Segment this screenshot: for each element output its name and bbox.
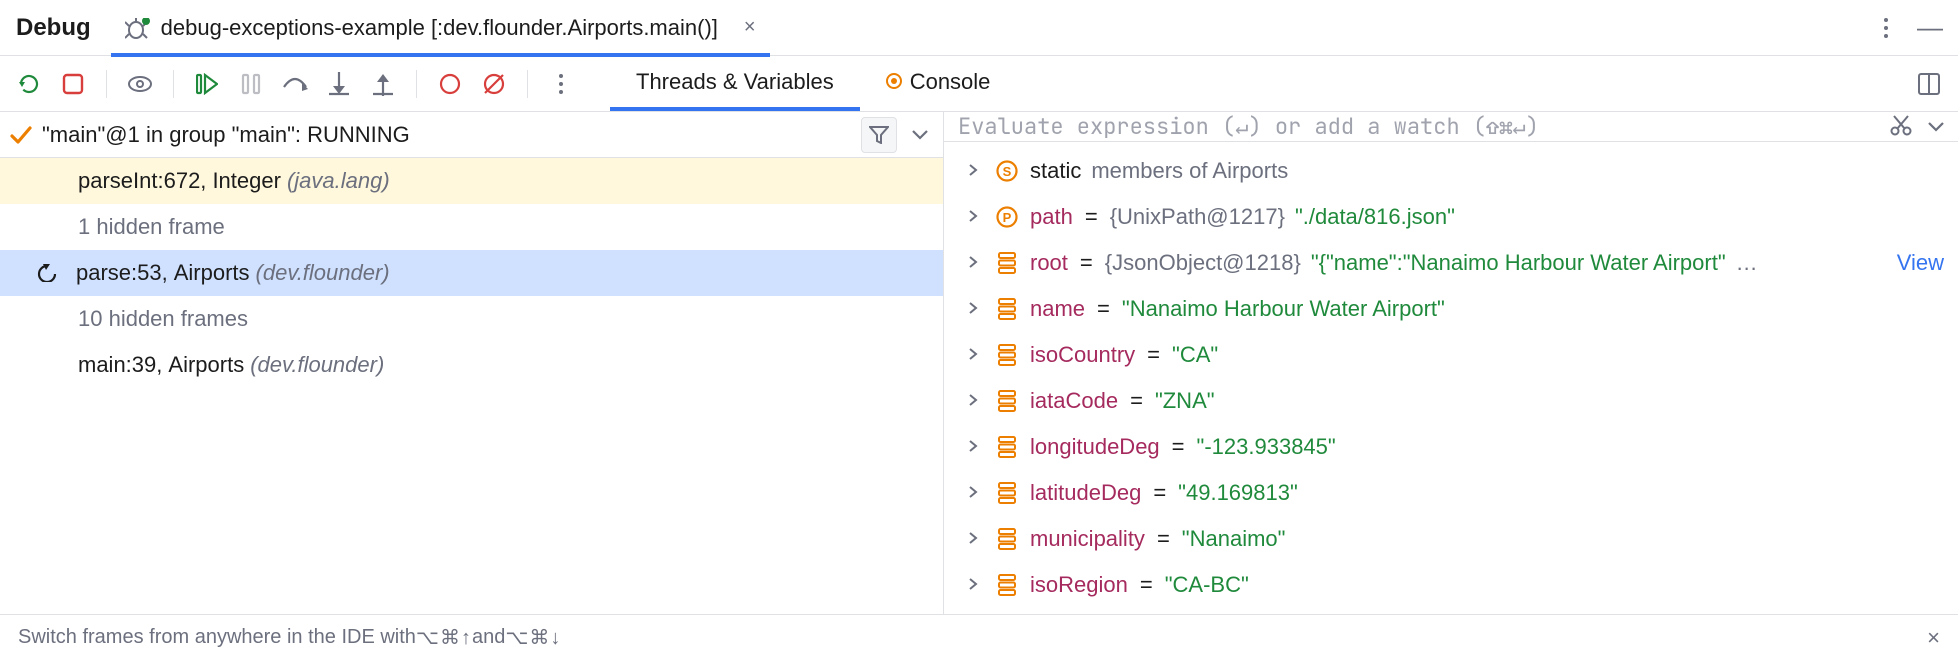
expand-caret-icon[interactable] (962, 575, 984, 596)
debug-toolbar-row: Threads & Variables Console (0, 56, 1958, 112)
tab-threads-label: Threads & Variables (636, 69, 834, 95)
expand-caret-icon[interactable] (962, 299, 984, 320)
rerun-button[interactable] (10, 65, 48, 103)
seg-var-icon (994, 480, 1020, 506)
variable-row[interactable]: root = {JsonObject@1218} "{"name":"Nanai… (944, 240, 1958, 286)
show-execution-point-button[interactable] (121, 65, 159, 103)
tab-console[interactable]: Console (860, 56, 1017, 111)
hint-text-mid: and (472, 626, 505, 649)
static-var-icon: S (994, 158, 1020, 184)
variable-row[interactable]: Sstatic members of Airports (944, 148, 1958, 194)
expand-caret-icon[interactable] (962, 345, 984, 366)
step-over-button[interactable] (276, 65, 314, 103)
checkmark-icon (8, 122, 34, 148)
hint-kbd-1: ⌥⌘↑ (416, 625, 472, 650)
variable-row[interactable]: isoRegion = "CA-BC" (944, 562, 1958, 608)
resume-button[interactable] (188, 65, 226, 103)
frames-list[interactable]: parseInt:672, Integer (java.lang)1 hidde… (0, 158, 943, 614)
frames-pane: "main"@1 in group "main": RUNNING parseI… (0, 112, 944, 614)
expand-caret-icon[interactable] (962, 161, 984, 182)
tab-threads-variables[interactable]: Threads & Variables (610, 56, 860, 111)
frame-row[interactable]: parseInt:672, Integer (java.lang) (0, 158, 943, 204)
hint-text-prefix: Switch frames from anywhere in the IDE w… (18, 626, 416, 649)
variable-row[interactable]: iataCode = "ZNA" (944, 378, 1958, 424)
run-config-tab[interactable]: debug-exceptions-example [:dev.flounder.… (111, 2, 770, 57)
thread-chevron-icon[interactable] (905, 123, 935, 146)
variable-row[interactable]: longitudeDeg = "-123.933845" (944, 424, 1958, 470)
hint-close-icon[interactable]: × (1927, 625, 1940, 651)
variables-header: Evaluate expression (↵) or add a watch (… (944, 112, 1958, 142)
layout-settings-icon[interactable] (1910, 65, 1948, 103)
svg-text:S: S (1003, 164, 1012, 179)
run-config-label: debug-exceptions-example [:dev.flounder.… (161, 15, 718, 41)
frame-row[interactable]: 1 hidden frame (0, 204, 943, 250)
variable-row[interactable]: name = "Nanaimo Harbour Water Airport" (944, 286, 1958, 332)
console-badge-icon (886, 69, 902, 95)
seg-var-icon (994, 526, 1020, 552)
seg-var-icon (994, 250, 1020, 276)
variables-chevron-icon[interactable] (1928, 119, 1944, 135)
hint-kbd-2: ⌥⌘↓ (505, 625, 561, 650)
variables-list[interactable]: Sstatic members of AirportsPpath = {Unix… (944, 142, 1958, 614)
evaluate-expression-input[interactable]: Evaluate expression (↵) or add a watch (… (958, 112, 1890, 141)
stop-button[interactable] (54, 65, 92, 103)
frames-header: "main"@1 in group "main": RUNNING (0, 112, 943, 158)
expand-caret-icon[interactable] (962, 207, 984, 228)
expand-caret-icon[interactable] (962, 253, 984, 274)
seg-var-icon (994, 296, 1020, 322)
scissors-icon[interactable] (1890, 114, 1912, 139)
debug-more-icon[interactable] (542, 65, 580, 103)
variable-row[interactable]: latitudeDeg = "49.169813" (944, 470, 1958, 516)
variables-pane: Evaluate expression (↵) or add a watch (… (944, 112, 1958, 614)
seg-var-icon (994, 572, 1020, 598)
frame-row[interactable]: parse:53, Airports (dev.flounder) (0, 250, 943, 296)
hint-bar: Switch frames from anywhere in the IDE w… (0, 614, 1958, 660)
step-into-button[interactable] (320, 65, 358, 103)
thread-label: "main"@1 in group "main": RUNNING (42, 122, 853, 148)
view-link[interactable]: View (1879, 250, 1944, 276)
svg-text:P: P (1003, 210, 1012, 225)
view-breakpoints-button[interactable] (431, 65, 469, 103)
more-icon[interactable] (1868, 10, 1904, 46)
expand-caret-icon[interactable] (962, 391, 984, 412)
view-tabs: Threads & Variables Console (590, 56, 1016, 111)
variable-row[interactable]: isoCountry = "CA" (944, 332, 1958, 378)
tab-console-label: Console (910, 69, 991, 95)
filter-frames-button[interactable] (861, 117, 897, 153)
expand-caret-icon[interactable] (962, 483, 984, 504)
variable-row[interactable]: municipality = "Nanaimo" (944, 516, 1958, 562)
mute-breakpoints-button[interactable] (475, 65, 513, 103)
frame-row[interactable]: 10 hidden frames (0, 296, 943, 342)
seg-var-icon (994, 342, 1020, 368)
bug-icon (125, 18, 151, 38)
frame-row[interactable]: main:39, Airports (dev.flounder) (0, 342, 943, 388)
pause-button[interactable] (232, 65, 270, 103)
seg-var-icon (994, 434, 1020, 460)
param-var-icon: P (994, 204, 1020, 230)
expand-caret-icon[interactable] (962, 529, 984, 550)
debug-toolbar (0, 56, 590, 111)
seg-var-icon (994, 388, 1020, 414)
expand-caret-icon[interactable] (962, 437, 984, 458)
tool-window-title: Debug (10, 14, 103, 42)
minimize-icon[interactable]: — (1912, 10, 1948, 46)
drop-frame-icon (34, 264, 62, 282)
titlebar: Debug debug-exceptions-example [:dev.flo… (0, 0, 1958, 56)
variable-row[interactable]: Ppath = {UnixPath@1217} "./data/816.json… (944, 194, 1958, 240)
close-tab-icon[interactable]: × (744, 16, 756, 39)
step-out-button[interactable] (364, 65, 402, 103)
